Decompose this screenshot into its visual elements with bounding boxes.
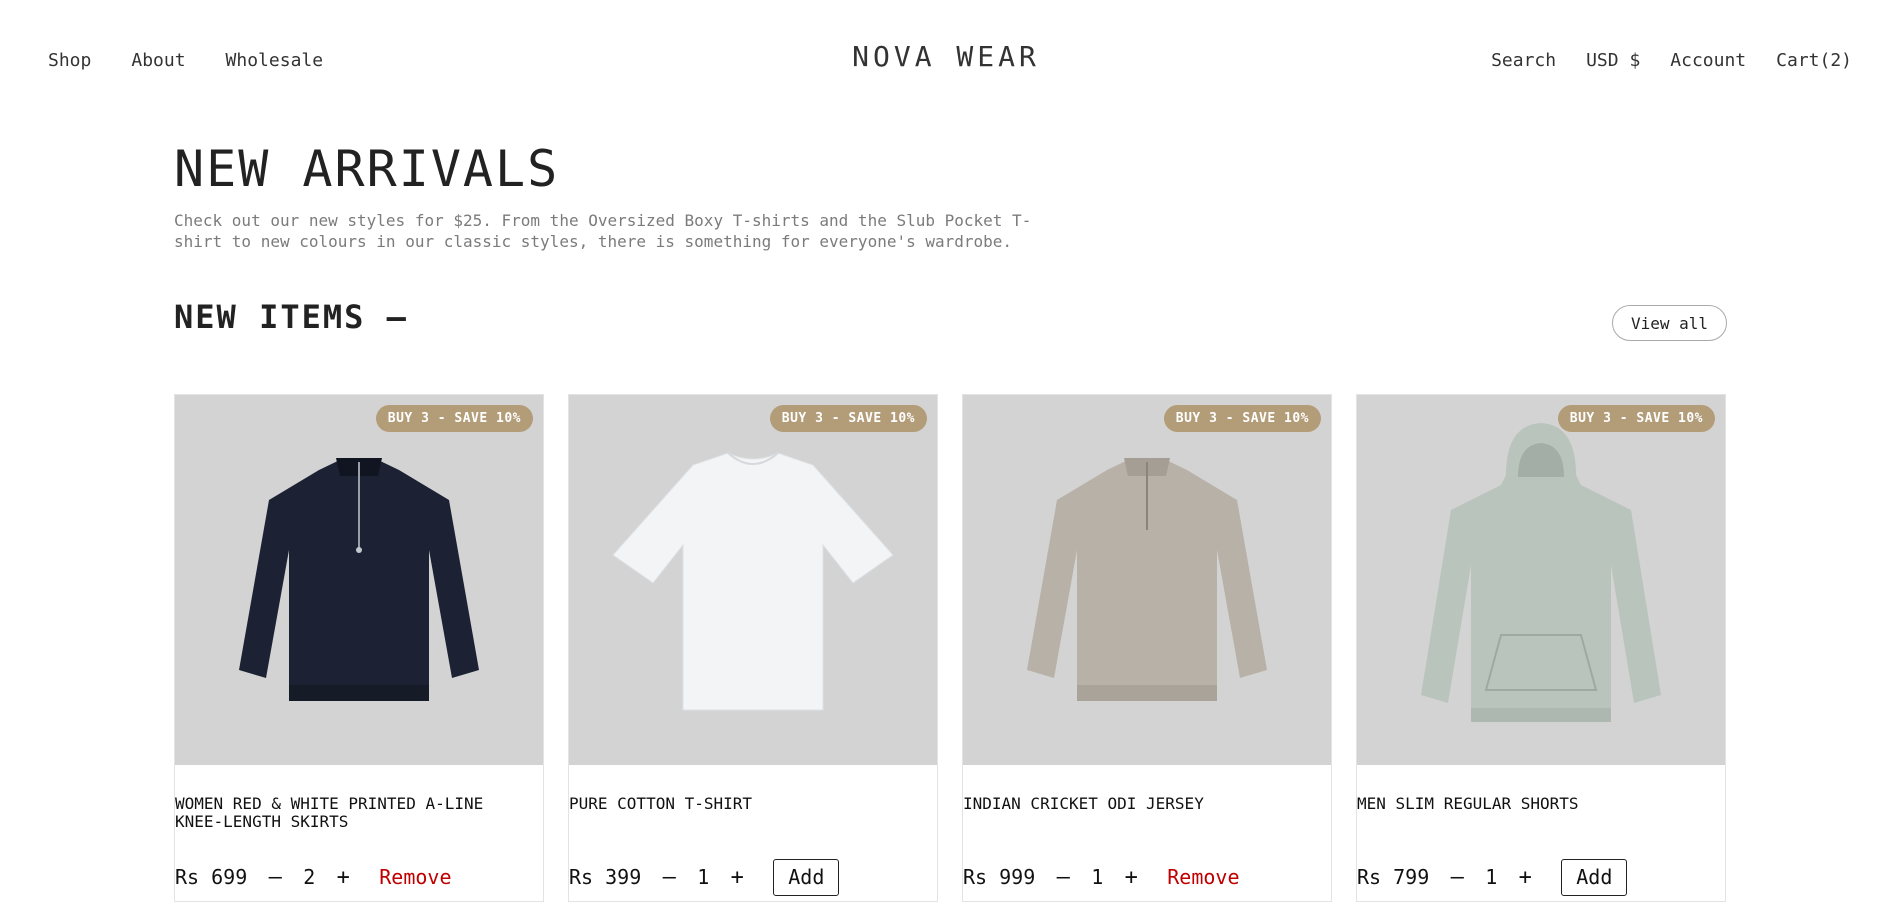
remove-button[interactable]: Remove <box>1167 865 1239 889</box>
product-name[interactable]: INDIAN CRICKET ODI JERSEY <box>963 795 1331 813</box>
add-to-cart-button[interactable]: Add <box>1561 858 1628 896</box>
view-all-button[interactable]: View all <box>1612 305 1727 341</box>
navy-sweatshirt-illustration <box>239 458 479 701</box>
quantity-value: 2 <box>303 865 316 889</box>
product-controls: Rs 799 — 1 + Add <box>1357 858 1725 896</box>
product-controls: Rs 999 — 1 + Remove <box>963 858 1331 896</box>
top-navigation: Shop About Wholesale NOVA WEAR Search US… <box>0 0 1892 120</box>
currency-selector[interactable]: USD $ <box>1586 50 1640 71</box>
product-name[interactable]: WOMEN RED & WHITE PRINTED A-LINE KNEE-LE… <box>175 795 543 831</box>
promo-badge: BUY 3 - SAVE 10% <box>1557 405 1715 432</box>
increase-quantity-button[interactable]: + <box>1119 865 1143 890</box>
product-image[interactable]: BUY 3 - SAVE 10% <box>569 395 937 765</box>
product-image[interactable]: BUY 3 - SAVE 10% <box>1357 395 1725 765</box>
page-title: NEW ARRIVALS <box>174 140 560 198</box>
white-tshirt-illustration <box>612 452 894 711</box>
decrease-quantity-button[interactable]: — <box>657 865 681 890</box>
product-card[interactable]: BUY 3 - SAVE 10% MEN SLIM REGULAR SHORTS… <box>1356 394 1726 902</box>
remove-button[interactable]: Remove <box>379 865 451 889</box>
sage-hoodie-illustration <box>1421 423 1661 722</box>
promo-badge: BUY 3 - SAVE 10% <box>769 405 927 432</box>
section-title: NEW ITEMS — <box>174 298 408 336</box>
grey-sweatshirt-illustration <box>1027 458 1267 701</box>
page-description: Check out our new styles for $25. From t… <box>174 211 1032 251</box>
promo-badge: BUY 3 - SAVE 10% <box>1163 405 1321 432</box>
product-price: Rs 399 <box>569 865 642 889</box>
product-card[interactable]: BUY 3 - SAVE 10% WOMEN RED & WHITE PRINT… <box>174 394 544 902</box>
search-link[interactable]: Search <box>1491 50 1556 71</box>
product-price: Rs 999 <box>963 865 1036 889</box>
decrease-quantity-button[interactable]: — <box>1445 865 1469 890</box>
account-link[interactable]: Account <box>1670 50 1746 71</box>
cart-link[interactable]: Cart(2) <box>1776 50 1852 71</box>
product-image[interactable]: BUY 3 - SAVE 10% <box>175 395 543 765</box>
increase-quantity-button[interactable]: + <box>725 865 749 890</box>
increase-quantity-button[interactable]: + <box>331 865 355 890</box>
add-to-cart-button[interactable]: Add <box>773 858 840 896</box>
product-card[interactable]: BUY 3 - SAVE 10% INDIAN CRICKET ODI JERS… <box>962 394 1332 902</box>
quantity-value: 1 <box>1091 865 1104 889</box>
quantity-value: 1 <box>1485 865 1498 889</box>
increase-quantity-button[interactable]: + <box>1513 865 1537 890</box>
decrease-quantity-button[interactable]: — <box>263 865 287 890</box>
quantity-value: 1 <box>697 865 710 889</box>
promo-badge: BUY 3 - SAVE 10% <box>375 405 533 432</box>
product-name[interactable]: PURE COTTON T-SHIRT <box>569 795 937 813</box>
product-price: Rs 699 <box>175 865 248 889</box>
product-card[interactable]: BUY 3 - SAVE 10% PURE COTTON T-SHIRT Rs … <box>568 394 938 902</box>
product-price: Rs 799 <box>1357 865 1430 889</box>
product-name[interactable]: MEN SLIM REGULAR SHORTS <box>1357 795 1725 813</box>
product-controls: Rs 699 — 2 + Remove <box>175 858 543 896</box>
decrease-quantity-button[interactable]: — <box>1051 865 1075 890</box>
product-image[interactable]: BUY 3 - SAVE 10% <box>963 395 1331 765</box>
product-grid: BUY 3 - SAVE 10% WOMEN RED & WHITE PRINT… <box>174 394 1726 902</box>
utility-nav: Search USD $ Account Cart(2) <box>1491 50 1852 71</box>
product-controls: Rs 399 — 1 + Add <box>569 858 937 896</box>
